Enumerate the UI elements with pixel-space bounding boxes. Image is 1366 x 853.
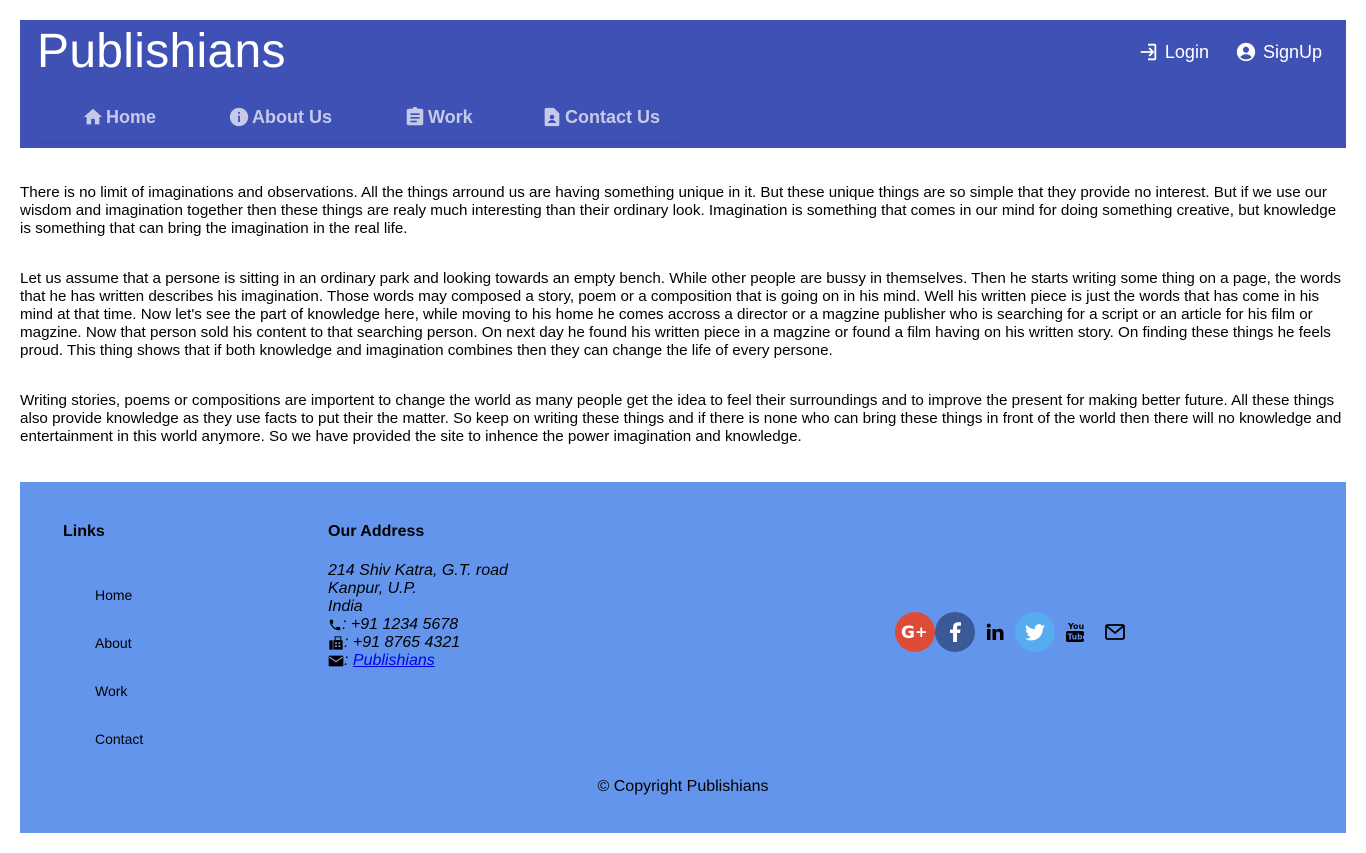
svg-text:You: You — [1067, 622, 1084, 631]
footer-link-about[interactable]: About — [95, 635, 143, 683]
auth-links: Login SignUp — [1137, 41, 1322, 63]
paragraph: There is no limit of imaginations and ob… — [20, 184, 1337, 237]
footer-link-contact[interactable]: Contact — [95, 731, 143, 779]
google-plus-icon: G + — [901, 623, 928, 641]
site-header: Publishians Login SignUp Home About Us W… — [20, 20, 1346, 148]
facebook-button[interactable] — [935, 612, 975, 652]
address-line: Kanpur, U.P. — [328, 580, 417, 597]
phone-number: : +91 1234 5678 — [342, 616, 459, 633]
svg-text:Tube: Tube — [1068, 633, 1085, 642]
phone-icon — [329, 619, 341, 631]
twitter-icon — [1025, 623, 1045, 640]
account-circle-icon — [1236, 42, 1256, 62]
svg-text:G: G — [901, 623, 915, 641]
footer-link-home[interactable]: Home — [95, 587, 143, 635]
linkedin-button[interactable] — [975, 612, 1015, 652]
social-icons: G + You Tube — [895, 612, 1135, 652]
nav-contact-label: Contact Us — [565, 106, 661, 127]
linkedin-icon — [986, 623, 1004, 640]
contact-card-icon — [544, 107, 560, 127]
phone-row: : +91 1234 5678 — [328, 616, 508, 634]
mail-icon — [1105, 624, 1125, 640]
address-block: 214 Shiv Katra, G.T. road Kanpur, U.P. I… — [328, 562, 508, 670]
info-icon — [229, 107, 249, 127]
twitter-button[interactable] — [1015, 612, 1055, 652]
nav-home[interactable]: Home — [82, 106, 156, 128]
nav-work-label: Work — [428, 106, 473, 127]
site-footer: Links Home About Work Contact Our Addres… — [20, 482, 1346, 833]
brand-title[interactable]: Publishians — [37, 26, 286, 78]
nav-home-label: Home — [106, 106, 157, 127]
article-content: There is no limit of imaginations and ob… — [20, 184, 1348, 478]
links-heading: Links — [63, 523, 105, 540]
footer-link-work[interactable]: Work — [95, 683, 143, 731]
svg-text:+: + — [915, 623, 928, 641]
address-heading: Our Address — [328, 523, 425, 540]
clipboard-icon — [406, 106, 424, 126]
email-prefix: : — [344, 652, 349, 669]
home-icon — [83, 108, 103, 125]
google-plus-button[interactable]: G + — [895, 612, 935, 652]
address-line: 214 Shiv Katra, G.T. road — [328, 562, 508, 579]
paragraph: Writing stories, poems or compositions a… — [20, 392, 1342, 445]
signup-link[interactable]: SignUp — [1235, 41, 1322, 63]
fax-row: : +91 8765 4321 — [328, 634, 508, 652]
nav-contact[interactable]: Contact Us — [541, 106, 660, 128]
mail-button[interactable] — [1095, 612, 1135, 652]
facebook-icon — [950, 622, 961, 642]
footer-links: Home About Work Contact — [95, 587, 143, 779]
envelope-icon — [328, 655, 344, 667]
copyright-text: © Copyright Publishians — [597, 778, 769, 795]
login-link[interactable]: Login — [1137, 41, 1209, 63]
login-icon — [1140, 43, 1157, 61]
nav-about[interactable]: About Us — [228, 106, 332, 128]
fax-number: : +91 8765 4321 — [344, 634, 461, 651]
paragraph: Let us assume that a persone is sitting … — [20, 270, 1341, 359]
main-nav: Home About Us Work Contact Us — [38, 102, 678, 143]
youtube-button[interactable]: You Tube — [1055, 612, 1095, 652]
email-row: : Publishians — [328, 652, 508, 670]
login-label: Login — [1164, 41, 1209, 62]
signup-label: SignUp — [1262, 41, 1322, 62]
fax-icon — [329, 636, 343, 650]
address-line: India — [328, 598, 363, 615]
nav-about-label: About Us — [252, 106, 332, 127]
nav-work[interactable]: Work — [404, 106, 473, 128]
youtube-icon: You Tube — [1066, 622, 1085, 642]
email-link[interactable]: Publishians — [353, 652, 435, 670]
